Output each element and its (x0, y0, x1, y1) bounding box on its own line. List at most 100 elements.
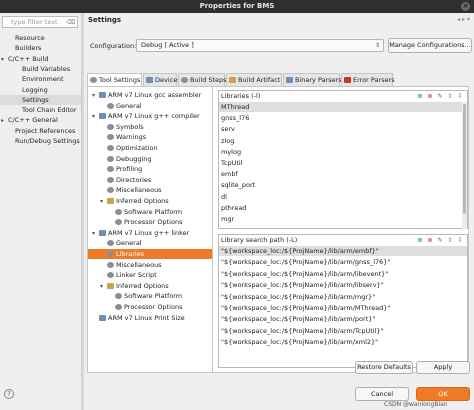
tree-item-label: Processor Options (124, 303, 183, 311)
sidebar-item[interactable]: Environment (0, 74, 81, 84)
tree-item[interactable]: Optimization (88, 143, 212, 153)
tree-item[interactable]: Processor Options (88, 217, 212, 227)
delete-icon[interactable]: ⊗ (425, 236, 435, 244)
edit-icon[interactable]: ✎ (435, 236, 445, 244)
tab-devices[interactable]: Devices (143, 73, 181, 86)
tree-item-label: Inferred Options (116, 197, 169, 205)
library-path-item[interactable]: "${workspace_loc:/${ProjName}/lib/arm/gn… (219, 257, 467, 267)
library-item[interactable]: zlog (219, 136, 463, 146)
library-path-item[interactable]: "${workspace_loc:/${ProjName}/lib/arm/li… (219, 280, 467, 290)
sidebar-item[interactable]: Logging (0, 85, 81, 95)
library-item[interactable]: serv (219, 124, 463, 134)
tab-build-steps[interactable]: Build Steps (178, 73, 227, 86)
move-down-icon[interactable]: ⇩ (455, 236, 465, 244)
tree-item[interactable]: Software Platform (88, 291, 212, 301)
tree-item-label: General (116, 101, 142, 110)
tree-item[interactable]: Directories (88, 175, 212, 185)
tab-build-artifact[interactable]: Build Artifact (226, 73, 282, 86)
tree-item[interactable]: General (88, 238, 212, 248)
help-icon[interactable]: ? (4, 389, 14, 399)
twisty-icon[interactable]: ▾ (92, 112, 99, 122)
sidebar-item[interactable]: Project References (0, 126, 81, 136)
tree-item[interactable]: Warnings (88, 132, 212, 142)
sidebar-item[interactable]: ▾ C/C++ Build (0, 54, 81, 64)
tree-item[interactable]: Processor Options (88, 302, 212, 312)
page-nav-icons[interactable]: ◂ ▸ ▾ (457, 16, 470, 23)
close-icon[interactable]: × (461, 2, 470, 11)
move-up-icon[interactable]: ⇧ (445, 236, 455, 244)
add-icon[interactable]: ⊕ (415, 236, 425, 244)
tree-item[interactable]: ▾ Inferred Options (88, 281, 212, 291)
tab-binary-parsers[interactable]: Binary Parsers (283, 73, 342, 86)
delete-icon[interactable]: ⊗ (425, 92, 435, 100)
tree-item[interactable]: Profiling (88, 164, 212, 174)
tree-item[interactable]: Software Platform (88, 207, 212, 217)
library-item[interactable]: embf (219, 169, 463, 179)
tree-item[interactable]: ▾ ARM v7 Linux g++ compiler (88, 111, 212, 121)
edit-icon[interactable]: ✎ (435, 92, 445, 100)
sidebar-item[interactable]: Builders (0, 43, 81, 53)
library-item[interactable]: pthread (219, 203, 463, 213)
twisty-icon[interactable]: ▾ (92, 91, 99, 101)
tree-item[interactable]: Miscellaneous (88, 185, 212, 195)
filter-placeholder: type filter text (11, 18, 58, 26)
tree-item[interactable]: Debugging (88, 154, 212, 164)
twisty-icon[interactable]: ▾ (92, 229, 99, 239)
sidebar-item[interactable]: Run/Debug Settings (0, 136, 81, 146)
library-item[interactable]: mgr (219, 214, 463, 224)
library-item[interactable]: TcpUtil (219, 158, 463, 168)
libraries-scrollbar[interactable] (462, 102, 467, 229)
libraries-scroll-thumb[interactable] (463, 104, 466, 214)
library-path-item[interactable]: "${workspace_loc:/${ProjName}/lib/arm/Tc… (219, 326, 467, 336)
library-path-item[interactable]: "${workspace_loc:/${ProjName}/lib/arm/em… (219, 246, 467, 256)
tab-error-parsers[interactable]: Error Parsers (341, 73, 395, 86)
sidebar-item[interactable]: Build Variables (0, 64, 81, 74)
cancel-button[interactable]: Cancel (355, 387, 409, 401)
tree-item-label: Miscellaneous (116, 186, 162, 195)
clear-filter-icon[interactable]: ⌫ (67, 18, 75, 28)
build-artifact-icon (229, 77, 236, 83)
tree-item-label: Processor Options (124, 218, 183, 227)
tree-item-label: Miscellaneous (116, 260, 162, 269)
library-path-item[interactable]: "${workspace_loc:/${ProjName}/lib/arm/po… (219, 314, 467, 324)
library-item[interactable]: gnss_l76 (219, 113, 463, 123)
library-item[interactable]: MThread (219, 102, 463, 112)
library-path-item[interactable]: "${workspace_loc:/${ProjName}/lib/arm/mg… (219, 292, 467, 302)
tree-item[interactable]: Linker Script (88, 270, 212, 280)
library-path-item[interactable]: "${workspace_loc:/${ProjName}/lib/arm/li… (219, 269, 467, 279)
tree-item[interactable]: Libraries (88, 249, 212, 259)
twisty-icon[interactable]: ▾ (100, 282, 107, 292)
library-item[interactable]: mylog (219, 147, 463, 157)
manage-configurations-button[interactable]: Manage Configurations... (388, 38, 472, 53)
library-path-item[interactable]: "${workspace_loc:/${ProjName}/lib/arm/xm… (219, 337, 467, 347)
configuration-select[interactable]: Debug [ Active ] ⇕ (136, 39, 384, 52)
tree-item[interactable]: Miscellaneous (88, 260, 212, 270)
library-item[interactable]: sqlite_port (219, 180, 463, 190)
ok-button[interactable]: OK (416, 387, 470, 401)
tree-item[interactable]: ▾ ARM v7 Linux g++ linker (88, 228, 212, 238)
tree-item[interactable]: ARM v7 Linux Print Size (88, 313, 212, 323)
sidebar-item[interactable]: Resource (0, 33, 81, 43)
library-item[interactable]: dl (219, 192, 463, 202)
filter-input[interactable]: type filter text ⌫ (2, 16, 78, 28)
tool-settings-panel: ▾ ARM v7 Linux gcc assembler General ▾ ARM v… (87, 86, 469, 373)
gear-icon (107, 176, 114, 183)
apply-button[interactable]: Apply (416, 361, 470, 374)
tree-item[interactable]: ▾ ARM v7 Linux gcc assembler (88, 90, 212, 100)
libraries-pane: Libraries (-l) ⊕ ⊗ ✎ ⇧ ⇩ MThread gnss_l76 serv… (218, 90, 468, 229)
tree-item[interactable]: General (88, 101, 212, 111)
sidebar-item[interactable]: Tool Chain Editor (0, 105, 81, 115)
move-up-icon[interactable]: ⇧ (445, 92, 455, 100)
tree-item[interactable]: ▾ Inferred Options (88, 196, 212, 206)
library-path-item[interactable]: "${workspace_loc:/${ProjName}/lib/arm/MT… (219, 303, 467, 313)
sidebar-item[interactable]: Settings (0, 94, 81, 105)
twisty-icon[interactable]: ▾ (100, 197, 107, 207)
properties-window: type filter text ⌫ Resource Builders ▾ C/C+… (0, 13, 474, 410)
tab-tool-settings[interactable]: Tool Settings (87, 73, 142, 87)
move-down-icon[interactable]: ⇩ (455, 92, 465, 100)
add-icon[interactable]: ⊕ (415, 92, 425, 100)
restore-defaults-button[interactable]: Restore Defaults (355, 361, 413, 374)
tree-item[interactable]: Symbols (88, 122, 212, 132)
tree-item-label: Profiling (116, 165, 143, 174)
sidebar-item[interactable]: ▸ C/C++ General (0, 115, 81, 125)
